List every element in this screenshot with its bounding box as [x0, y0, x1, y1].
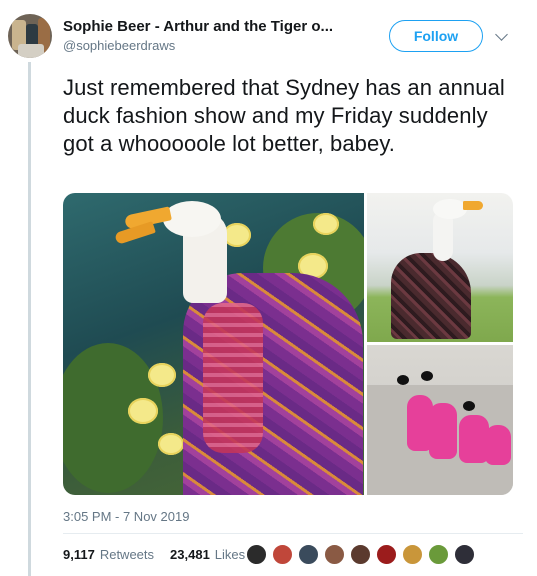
chevron-down-icon[interactable]: [495, 28, 508, 41]
likes-label[interactable]: Likes: [215, 547, 245, 562]
liker-avatar-6[interactable]: [376, 544, 397, 565]
duck-photo-bottom-right[interactable]: [367, 345, 513, 495]
duck-photo-main[interactable]: [63, 193, 364, 495]
thread-line: [28, 62, 31, 576]
liker-avatar-2[interactable]: [272, 544, 293, 565]
divider: [63, 533, 523, 534]
liker-avatar-5[interactable]: [350, 544, 371, 565]
liker-avatar-9[interactable]: [454, 544, 475, 565]
author-avatar[interactable]: [8, 14, 52, 58]
author-handle[interactable]: @sophiebeerdraws: [63, 38, 175, 53]
tweet-timestamp[interactable]: 3:05 PM - 7 Nov 2019: [63, 509, 189, 524]
liker-avatar-7[interactable]: [402, 544, 423, 565]
liker-avatar-8[interactable]: [428, 544, 449, 565]
follow-button[interactable]: Follow: [389, 20, 483, 52]
engagement-stats: 9,117 Retweets 23,481 Likes: [63, 547, 245, 562]
liker-avatar-4[interactable]: [324, 544, 345, 565]
author-display-name[interactable]: Sophie Beer - Arthur and the Tiger o...: [63, 18, 333, 35]
liker-avatar-1[interactable]: [246, 544, 267, 565]
liker-avatar-3[interactable]: [298, 544, 319, 565]
retweets-count[interactable]: 9,117: [63, 547, 95, 562]
likes-count[interactable]: 23,481: [170, 547, 210, 562]
duck-photo-top-right[interactable]: [367, 193, 513, 342]
tweet-text: Just remembered that Sydney has an annua…: [63, 75, 505, 156]
media-grid: [63, 193, 513, 495]
retweets-label[interactable]: Retweets: [100, 547, 154, 562]
